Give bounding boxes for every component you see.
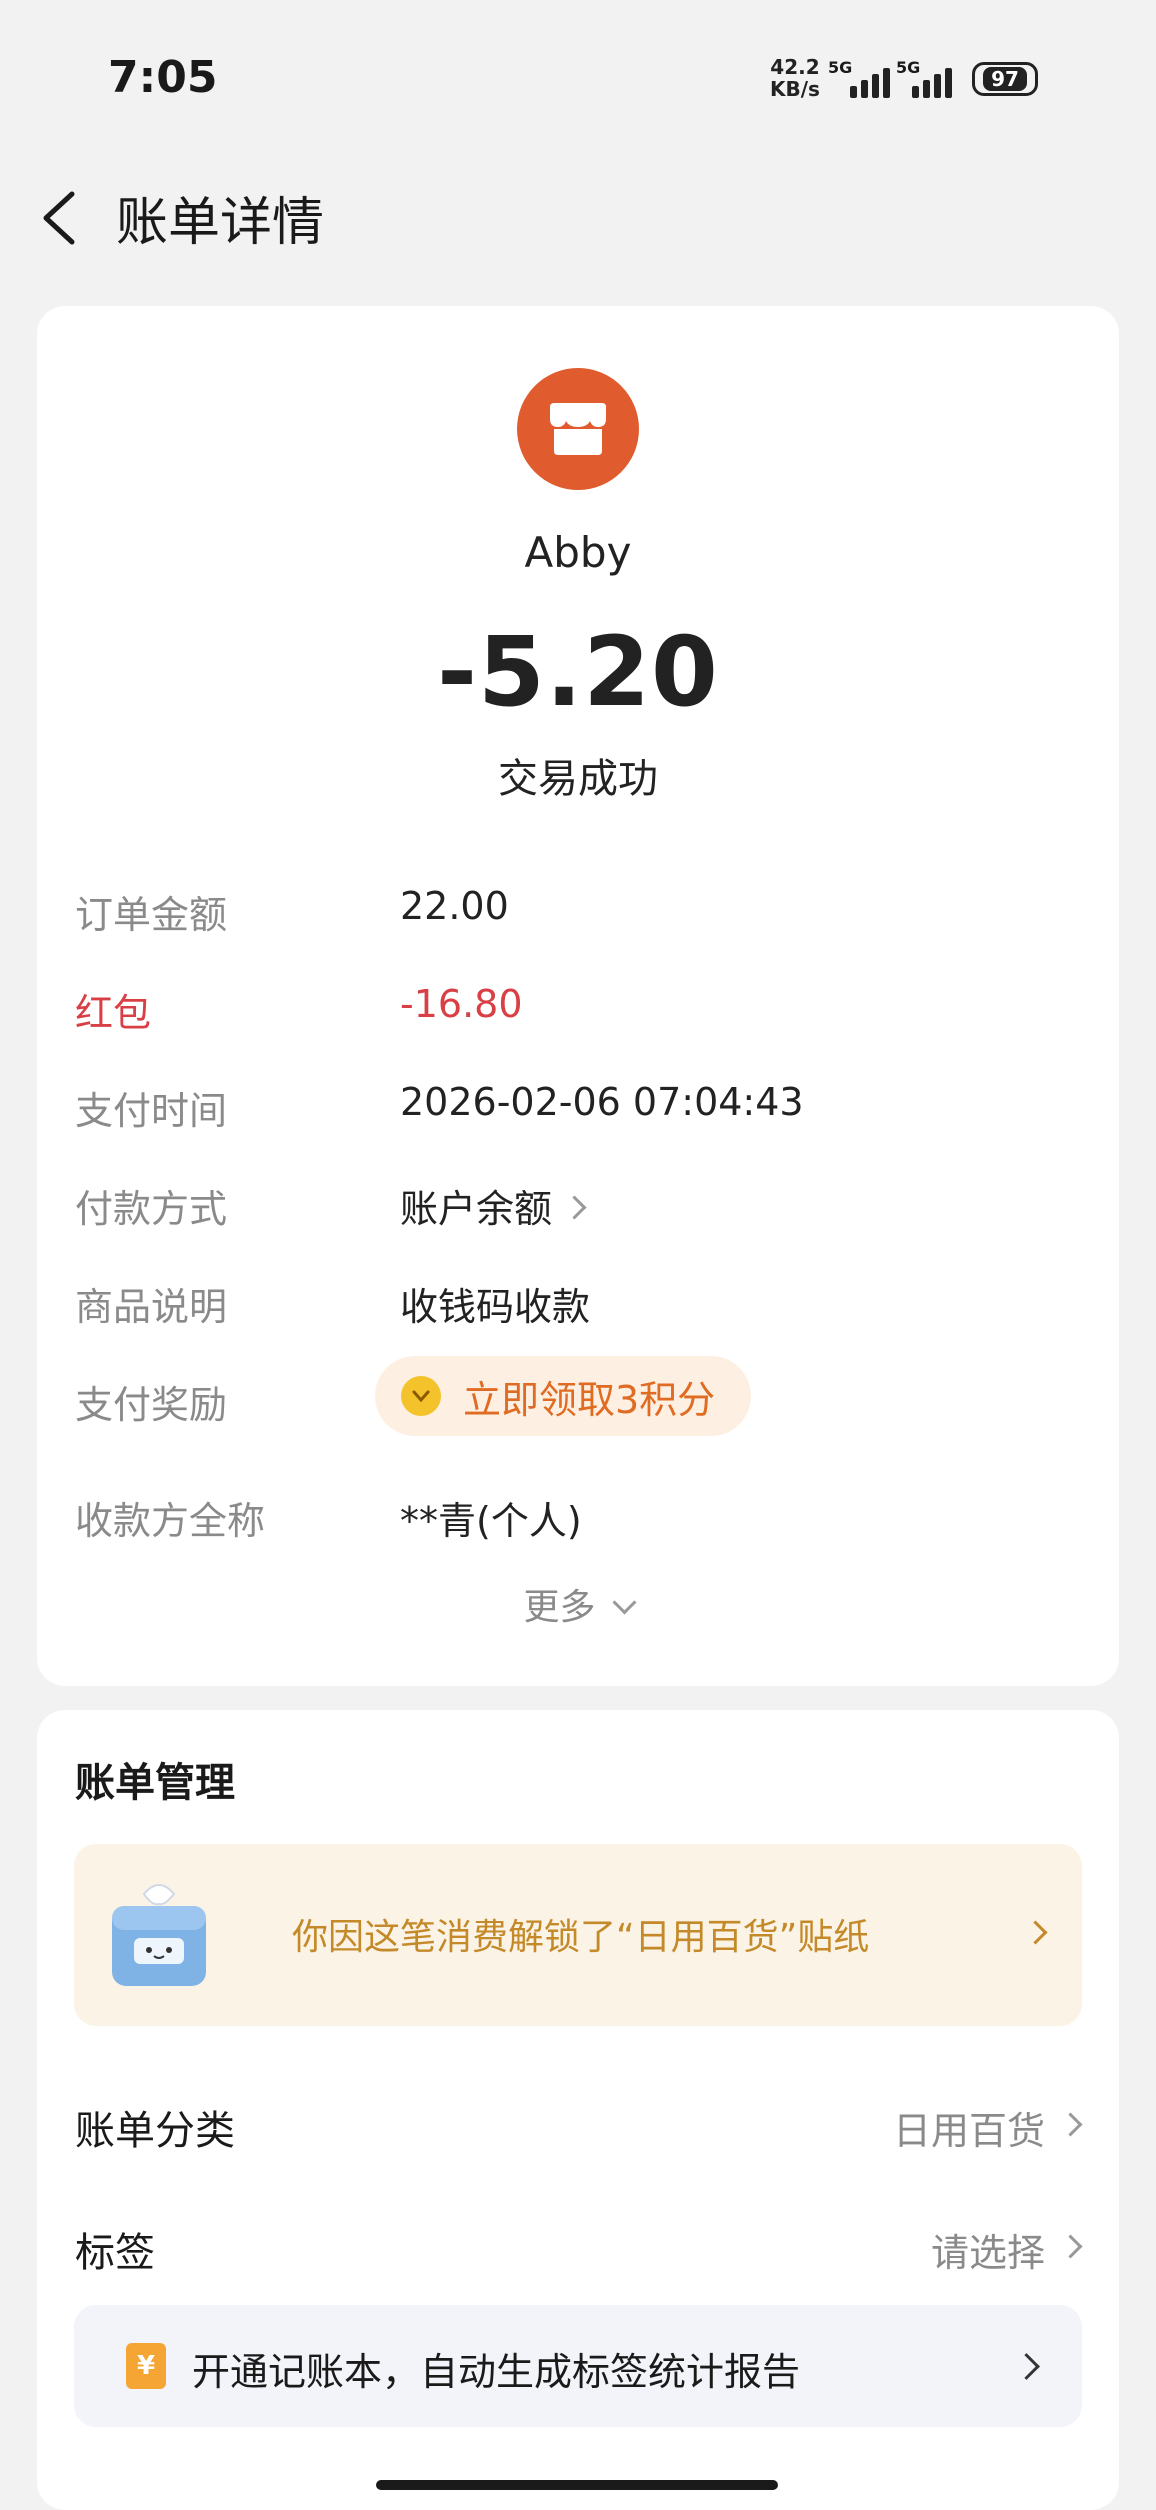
chevron-right-icon — [1013, 2353, 1040, 2380]
status-bar: 7:05 42.2 KB/s 5G 5G 97 — [0, 0, 1156, 140]
bill-category-label: 账单分类 — [75, 2108, 235, 2154]
transaction-amount: -5.20 — [437, 616, 719, 728]
detail-value: 2026-02-06 07:04:43 — [400, 1080, 804, 1124]
back-arrow-icon[interactable] — [36, 188, 86, 248]
detail-key: 商品说明 — [75, 1285, 228, 1329]
detail-row-reward: 支付奖励 立即领取3积分 — [75, 1356, 1085, 1436]
nav-bar: 账单详情 — [0, 170, 1156, 260]
claim-points-label: 立即领取3积分 — [463, 1377, 716, 1422]
merchant-name: Abby — [524, 528, 632, 577]
detail-key: 红包 — [75, 991, 152, 1035]
merchant-avatar — [517, 368, 639, 490]
ledger-promo-banner[interactable]: ¥ 开通记账本，自动生成标签统计报告 — [74, 2305, 1082, 2427]
transaction-status: 交易成功 — [498, 756, 658, 802]
network-speed-unit: KB/s — [770, 77, 820, 101]
detail-value: 收钱码收款 — [400, 1285, 591, 1329]
chevron-right-icon — [1058, 2234, 1083, 2259]
chevron-right-icon — [562, 1195, 587, 1220]
battery-level: 97 — [983, 67, 1027, 91]
transaction-card: Abby -5.20 交易成功 订单金额 22.00 红包 -16.80 支付时… — [37, 306, 1119, 1686]
detail-row-order-amount: 订单金额 22.00 — [75, 884, 1085, 944]
bill-category-row[interactable]: 账单分类 日用百货 — [75, 2098, 1085, 2158]
page-title: 账单详情 — [116, 193, 325, 253]
sticker-text: 你因这笔消费解锁了“日用百货”贴纸 — [292, 1917, 870, 1958]
promo-text: 开通记账本，自动生成标签统计报告 — [192, 2350, 801, 2394]
detail-value: 22.00 — [400, 884, 509, 928]
detail-key: 付款方式 — [75, 1187, 228, 1231]
sticker-banner[interactable]: 你因这笔消费解锁了“日用百货”贴纸 — [74, 1844, 1082, 2026]
detail-key: 支付奖励 — [75, 1383, 228, 1427]
ledger-ticket-icon: ¥ — [126, 2343, 166, 2389]
signal-icon-sim2: 5G — [896, 58, 952, 98]
section-title: 账单管理 — [75, 1760, 235, 1806]
tissue-box-icon — [112, 1884, 206, 1986]
tag-row[interactable]: 标签 请选择 — [75, 2220, 1085, 2280]
detail-row-payee: 收款方全称 **青(个人) — [75, 1490, 1085, 1550]
sim1-label: 5G — [828, 58, 853, 77]
detail-row-pay-method[interactable]: 付款方式 账户余额 — [75, 1178, 1085, 1238]
more-button[interactable]: 更多 — [37, 1578, 1119, 1630]
chevron-right-icon — [1023, 1920, 1048, 1945]
pay-method-link[interactable]: 账户余额 — [400, 1178, 587, 1233]
more-label: 更多 — [523, 1587, 596, 1628]
detail-key: 订单金额 — [75, 893, 228, 937]
home-indicator[interactable] — [376, 2480, 778, 2490]
detail-row-description: 商品说明 收钱码收款 — [75, 1276, 1085, 1336]
detail-value: 账户余额 — [400, 1187, 553, 1231]
detail-key: 收款方全称 — [75, 1499, 266, 1543]
claim-points-button[interactable]: 立即领取3积分 — [375, 1356, 751, 1436]
network-speed-value: 42.2 — [770, 55, 820, 79]
signal-icon-sim1: 5G — [828, 58, 890, 98]
tag-value: 请选择 — [930, 2231, 1045, 2275]
chevron-down-icon — [611, 1590, 637, 1615]
detail-value: **青(个人) — [400, 1499, 582, 1543]
detail-value: -16.80 — [400, 982, 523, 1026]
detail-row-pay-time: 支付时间 2026-02-06 07:04:43 — [75, 1080, 1085, 1140]
sim2-label: 5G — [896, 58, 921, 77]
bill-management-card: 账单管理 你因这笔消费解锁了“日用百货”贴纸 账单分类 日用百货 标签 请选择 … — [37, 1710, 1119, 2510]
detail-row-red-packet: 红包 -16.80 — [75, 982, 1085, 1042]
status-time: 7:05 — [108, 52, 218, 103]
chevron-right-icon — [1058, 2112, 1083, 2137]
coin-icon — [401, 1376, 441, 1416]
shop-icon — [550, 403, 606, 455]
network-speed: 42.2 KB/s — [770, 56, 820, 100]
tag-label: 标签 — [75, 2230, 155, 2276]
detail-key: 支付时间 — [75, 1089, 228, 1133]
battery-icon: 97 — [972, 62, 1038, 96]
bill-category-value: 日用百货 — [892, 2109, 1045, 2153]
